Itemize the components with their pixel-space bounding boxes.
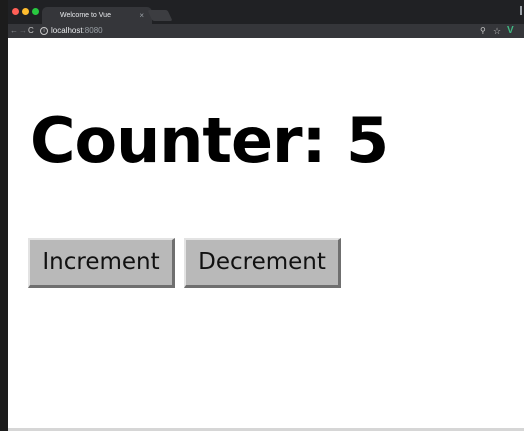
vue-devtools-icon[interactable]: V (507, 24, 514, 37)
browser-toolbar: ← → C i localhost:8080 ⚲ ☆ V (0, 24, 524, 38)
decrement-button[interactable]: Decrement (184, 238, 341, 288)
address-bar[interactable]: localhost:8080 (51, 25, 103, 37)
back-arrow-icon[interactable]: ← (10, 25, 18, 37)
browser-tab[interactable]: Welcome to Vue × (42, 7, 152, 24)
info-icon[interactable]: i (40, 27, 48, 35)
close-window-button[interactable] (12, 8, 19, 15)
counter-heading: Counter: 5 (30, 104, 389, 177)
bookmark-star-icon[interactable]: ☆ (493, 25, 501, 37)
minimize-window-button[interactable] (22, 8, 29, 15)
forward-arrow-icon[interactable]: → (19, 25, 27, 37)
url-host: localhost (51, 26, 83, 35)
url-port: :8080 (82, 26, 103, 35)
tab-close-icon[interactable]: × (139, 7, 144, 24)
zoom-icon[interactable]: ⚲ (480, 25, 486, 37)
increment-button[interactable]: Increment (28, 238, 175, 288)
maximize-window-button[interactable] (32, 8, 39, 15)
window-menu-icon[interactable] (520, 6, 522, 15)
window-left-edge (0, 0, 8, 431)
reload-icon[interactable]: C (28, 25, 34, 37)
new-tab-button[interactable] (147, 10, 173, 21)
title-bar: Welcome to Vue × (0, 0, 524, 24)
browser-window: Welcome to Vue × ← → C i localhost:8080 … (0, 0, 524, 431)
tab-title: Welcome to Vue (60, 12, 111, 19)
